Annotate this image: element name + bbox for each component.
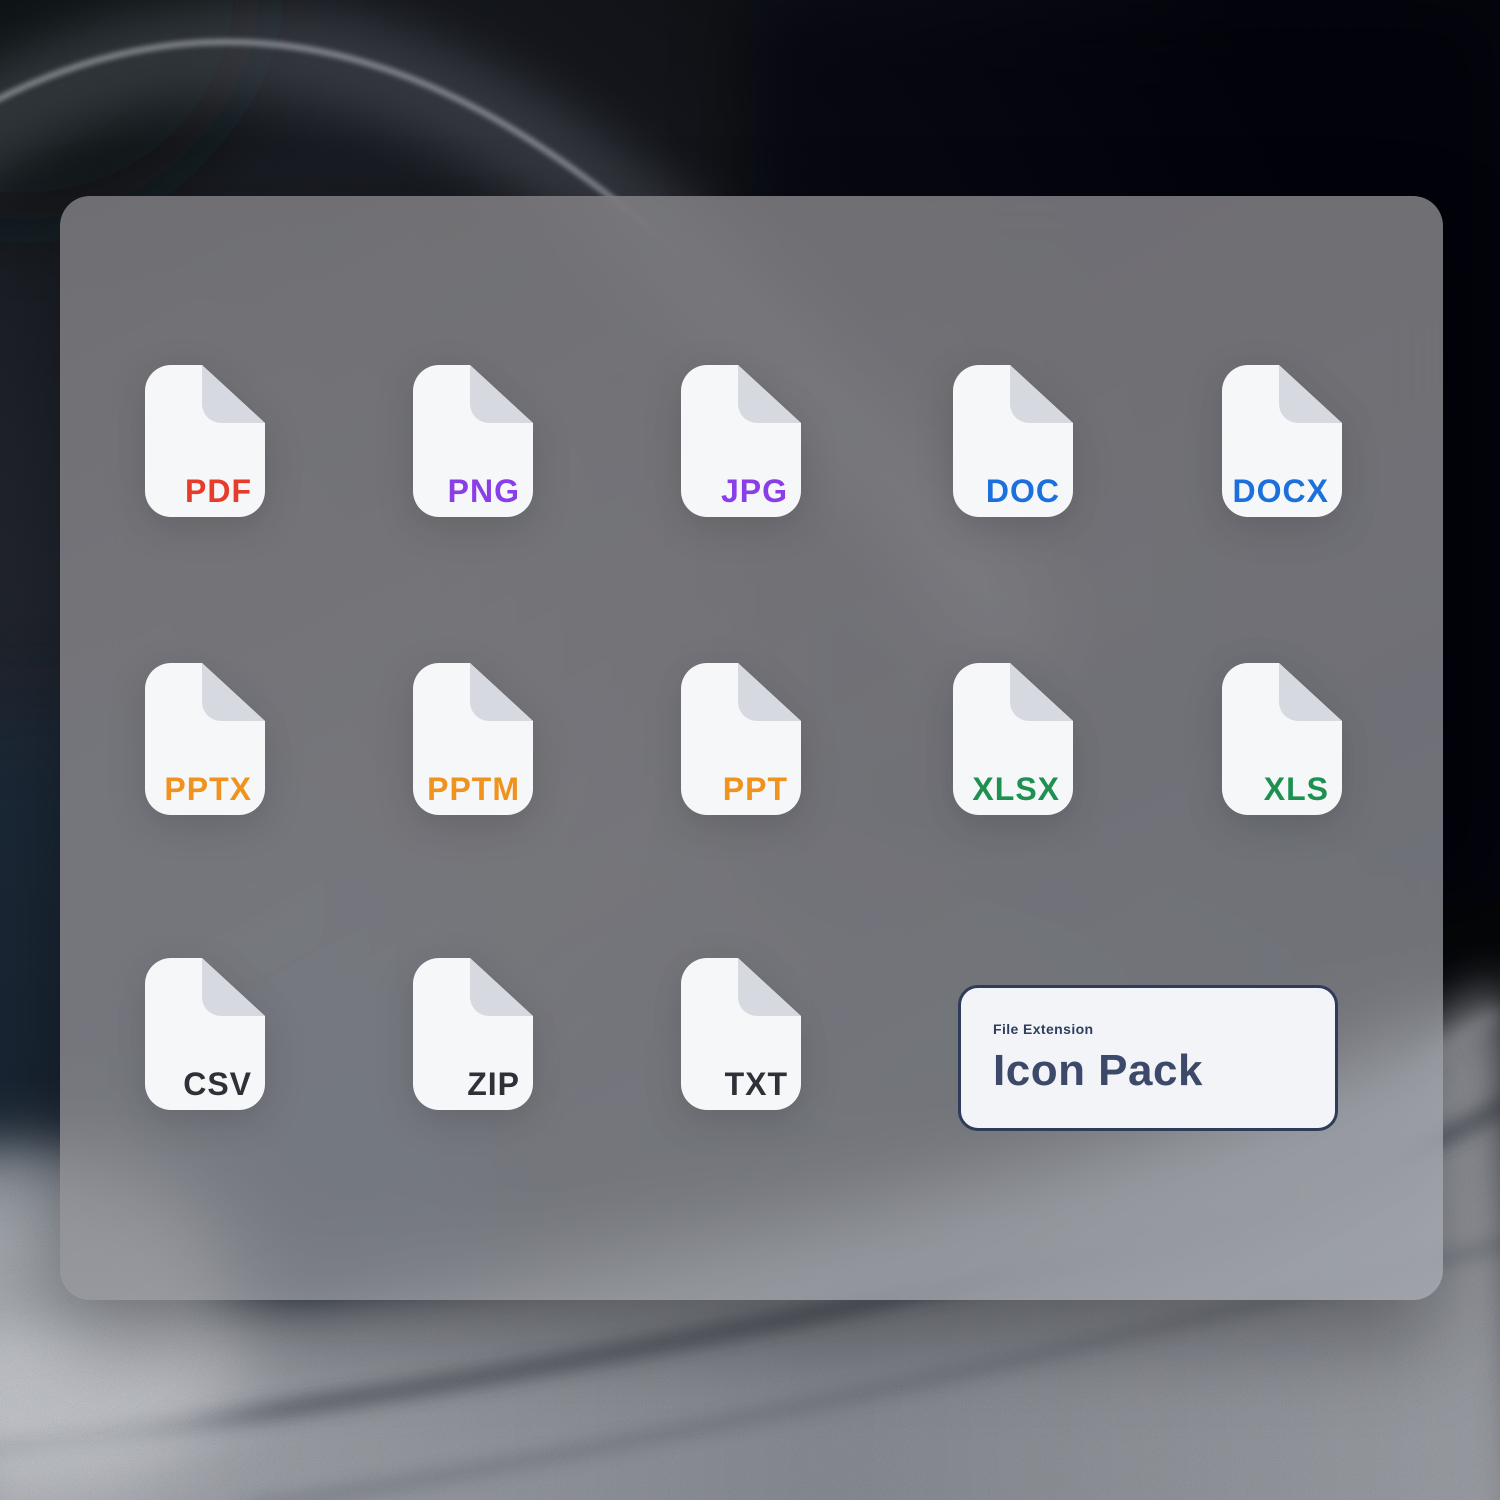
- file-extension-label: XLS: [1264, 773, 1329, 805]
- file-extension-label: ZIP: [467, 1068, 520, 1100]
- file-extension-label: PNG: [448, 475, 520, 507]
- file-icon-ppt: PPT: [681, 663, 801, 815]
- file-extension-label: DOCX: [1233, 475, 1329, 507]
- file-icon-xls: XLS: [1222, 663, 1342, 815]
- file-icon-csv: CSV: [145, 958, 265, 1110]
- file-icon-xlsx: XLSX: [953, 663, 1073, 815]
- file-icon-txt: TXT: [681, 958, 801, 1110]
- icon-pack-showcase: PDF PNG JPG DOC DOCX PPTX PPTM PPT XLSX …: [0, 0, 1500, 1500]
- file-extension-label: PDF: [185, 475, 252, 507]
- file-icon-zip: ZIP: [413, 958, 533, 1110]
- file-extension-label: JPG: [721, 475, 788, 507]
- file-extension-label: PPTX: [164, 773, 252, 805]
- icon-pack-card: File Extension Icon Pack: [958, 985, 1338, 1131]
- file-icon-png: PNG: [413, 365, 533, 517]
- file-extension-label: TXT: [725, 1068, 788, 1100]
- file-extension-label: XLSX: [972, 773, 1060, 805]
- file-extension-label: DOC: [986, 475, 1060, 507]
- card-title: Icon Pack: [993, 1046, 1335, 1096]
- file-extension-label: CSV: [183, 1068, 252, 1100]
- file-icon-docx: DOCX: [1222, 365, 1342, 517]
- file-icon-jpg: JPG: [681, 365, 801, 517]
- file-icon-pptx: PPTX: [145, 663, 265, 815]
- file-icon-pptm: PPTM: [413, 663, 533, 815]
- file-icon-pdf: PDF: [145, 365, 265, 517]
- card-eyebrow: File Extension: [993, 1021, 1335, 1037]
- file-extension-label: PPTM: [427, 773, 520, 805]
- file-icon-doc: DOC: [953, 365, 1073, 517]
- file-extension-label: PPT: [723, 773, 788, 805]
